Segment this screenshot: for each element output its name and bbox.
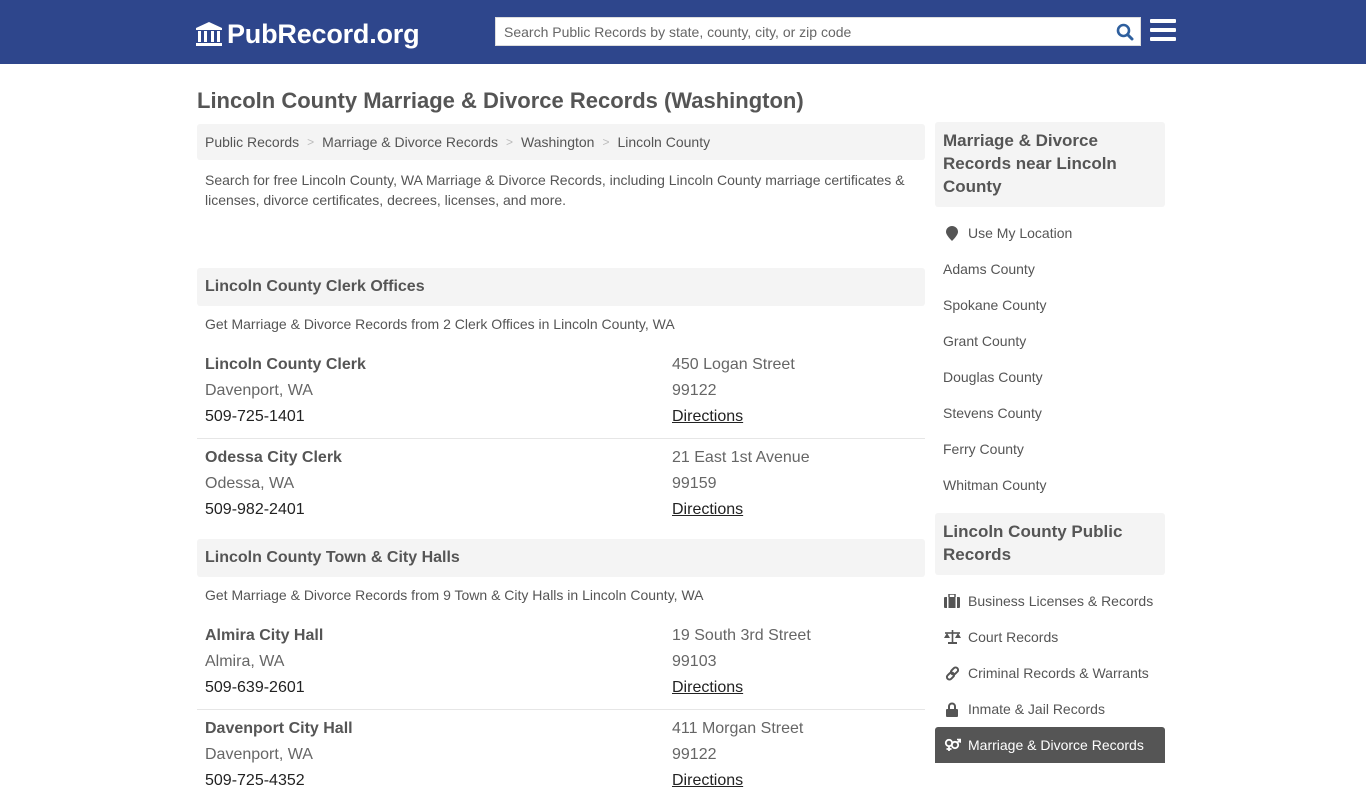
breadcrumb-washington[interactable]: Washington xyxy=(521,134,594,150)
office-zip: 99159 xyxy=(672,475,717,492)
gender-icon xyxy=(943,737,961,753)
nearby-list: Use My Location Adams County Spokane Cou… xyxy=(935,207,1165,511)
sidebar-item-inmate[interactable]: Inmate & Jail Records xyxy=(935,691,1165,727)
use-my-location-label: Use My Location xyxy=(968,225,1073,241)
office-entry: Almira City Hall Almira, WA 509-639-2601… xyxy=(197,617,925,710)
menu-bar xyxy=(1150,19,1176,23)
directions-link[interactable]: Directions xyxy=(672,501,743,518)
sidebar-item-label: Court Records xyxy=(968,629,1059,645)
nearby-county-link[interactable]: Adams County xyxy=(935,251,1165,287)
sidebar-item-label: Business Licenses & Records xyxy=(968,593,1154,609)
office-zip: 99122 xyxy=(672,746,717,763)
nearby-county-link[interactable]: Grant County xyxy=(935,323,1165,359)
top-navbar: PubRecord.org xyxy=(0,0,1366,64)
breadcrumb-marriage-divorce[interactable]: Marriage & Divorce Records xyxy=(322,134,498,150)
link-icon xyxy=(943,665,961,681)
directions-link[interactable]: Directions xyxy=(672,408,743,425)
office-entry: Lincoln County Clerk Davenport, WA 509-7… xyxy=(197,346,925,439)
office-address: 450 Logan Street xyxy=(672,356,795,373)
page-title: Lincoln County Marriage & Divorce Record… xyxy=(197,88,804,113)
office-zip: 99122 xyxy=(672,382,717,399)
office-city: Davenport, WA xyxy=(205,382,313,399)
office-name[interactable]: Davenport City Hall xyxy=(205,716,672,742)
nearby-county-link[interactable]: Spokane County xyxy=(935,287,1165,323)
sidebar: Marriage & Divorce Records near Lincoln … xyxy=(935,122,1165,771)
nearby-county-link[interactable]: Stevens County xyxy=(935,395,1165,431)
sidebar-item-label: Marriage & Divorce Records xyxy=(968,737,1144,753)
breadcrumb-separator: > xyxy=(506,135,514,149)
sidebar-item-business[interactable]: Business Licenses & Records xyxy=(935,583,1165,619)
lock-icon xyxy=(943,701,961,717)
search-icon xyxy=(1116,23,1134,40)
sidebar-item-label: Criminal Records & Warrants xyxy=(968,665,1149,681)
sidebar-item-marriage-divorce[interactable]: Marriage & Divorce Records xyxy=(935,727,1165,763)
breadcrumb-separator: > xyxy=(307,135,315,149)
courthouse-icon xyxy=(196,22,222,46)
office-address: 21 East 1st Avenue xyxy=(672,449,810,466)
hamburger-menu-button[interactable] xyxy=(1150,19,1176,43)
office-name[interactable]: Almira City Hall xyxy=(205,623,672,649)
office-name[interactable]: Lincoln County Clerk xyxy=(205,352,672,378)
office-name[interactable]: Odessa City Clerk xyxy=(205,445,672,471)
section-subtitle: Get Marriage & Divorce Records from 9 To… xyxy=(205,587,704,603)
breadcrumb-public-records[interactable]: Public Records xyxy=(205,134,299,150)
breadcrumb: Public Records > Marriage & Divorce Reco… xyxy=(197,124,925,160)
clerk-offices-section: Lincoln County Clerk Offices Get Marriag… xyxy=(197,268,925,531)
logo-text: PubRecord.org xyxy=(227,18,420,49)
nearby-county-link[interactable]: Whitman County xyxy=(935,467,1165,503)
directions-link[interactable]: Directions xyxy=(672,679,743,696)
map-marker-icon xyxy=(943,225,961,241)
search-bar xyxy=(495,17,1141,46)
sidebar-item-label: Inmate & Jail Records xyxy=(968,701,1105,717)
public-records-heading: Lincoln County Public Records xyxy=(935,513,1165,575)
menu-bar xyxy=(1150,37,1176,41)
directions-link[interactable]: Directions xyxy=(672,772,743,789)
office-city: Odessa, WA xyxy=(205,475,295,492)
office-zip: 99103 xyxy=(672,653,717,670)
sidebar-item-court[interactable]: Court Records xyxy=(935,619,1165,655)
office-phone[interactable]: 509-982-2401 xyxy=(205,497,672,523)
search-input[interactable] xyxy=(496,18,1110,45)
office-entry: Odessa City Clerk Odessa, WA 509-982-240… xyxy=(197,439,925,531)
breadcrumb-lincoln-county[interactable]: Lincoln County xyxy=(617,134,710,150)
scales-icon xyxy=(943,629,961,645)
nearby-county-link[interactable]: Ferry County xyxy=(935,431,1165,467)
site-logo[interactable]: PubRecord.org xyxy=(195,17,420,51)
search-button[interactable] xyxy=(1110,18,1140,45)
section-heading: Lincoln County Clerk Offices xyxy=(197,268,925,306)
briefcase-icon xyxy=(943,593,961,609)
main-content: Public Records > Marriage & Divorce Reco… xyxy=(197,124,925,802)
office-phone[interactable]: 509-639-2601 xyxy=(205,675,672,701)
office-phone[interactable]: 509-725-1401 xyxy=(205,404,672,430)
use-my-location-link[interactable]: Use My Location xyxy=(935,215,1165,251)
public-records-list: Business Licenses & Records Court Record… xyxy=(935,575,1165,771)
office-entry: Davenport City Hall Davenport, WA 509-72… xyxy=(197,710,925,802)
office-phone[interactable]: 509-725-4352 xyxy=(205,768,672,794)
office-city: Almira, WA xyxy=(205,653,285,670)
office-city: Davenport, WA xyxy=(205,746,313,763)
intro-text: Search for free Lincoln County, WA Marri… xyxy=(205,172,905,208)
menu-bar xyxy=(1150,28,1176,32)
breadcrumb-separator: > xyxy=(602,135,610,149)
office-address: 19 South 3rd Street xyxy=(672,627,811,644)
nearby-county-link[interactable]: Douglas County xyxy=(935,359,1165,395)
sidebar-item-criminal[interactable]: Criminal Records & Warrants xyxy=(935,655,1165,691)
nearby-heading: Marriage & Divorce Records near Lincoln … xyxy=(935,122,1165,207)
section-subtitle: Get Marriage & Divorce Records from 2 Cl… xyxy=(205,316,675,332)
office-address: 411 Morgan Street xyxy=(672,720,804,737)
city-halls-section: Lincoln County Town & City Halls Get Mar… xyxy=(197,539,925,802)
section-heading: Lincoln County Town & City Halls xyxy=(197,539,925,577)
